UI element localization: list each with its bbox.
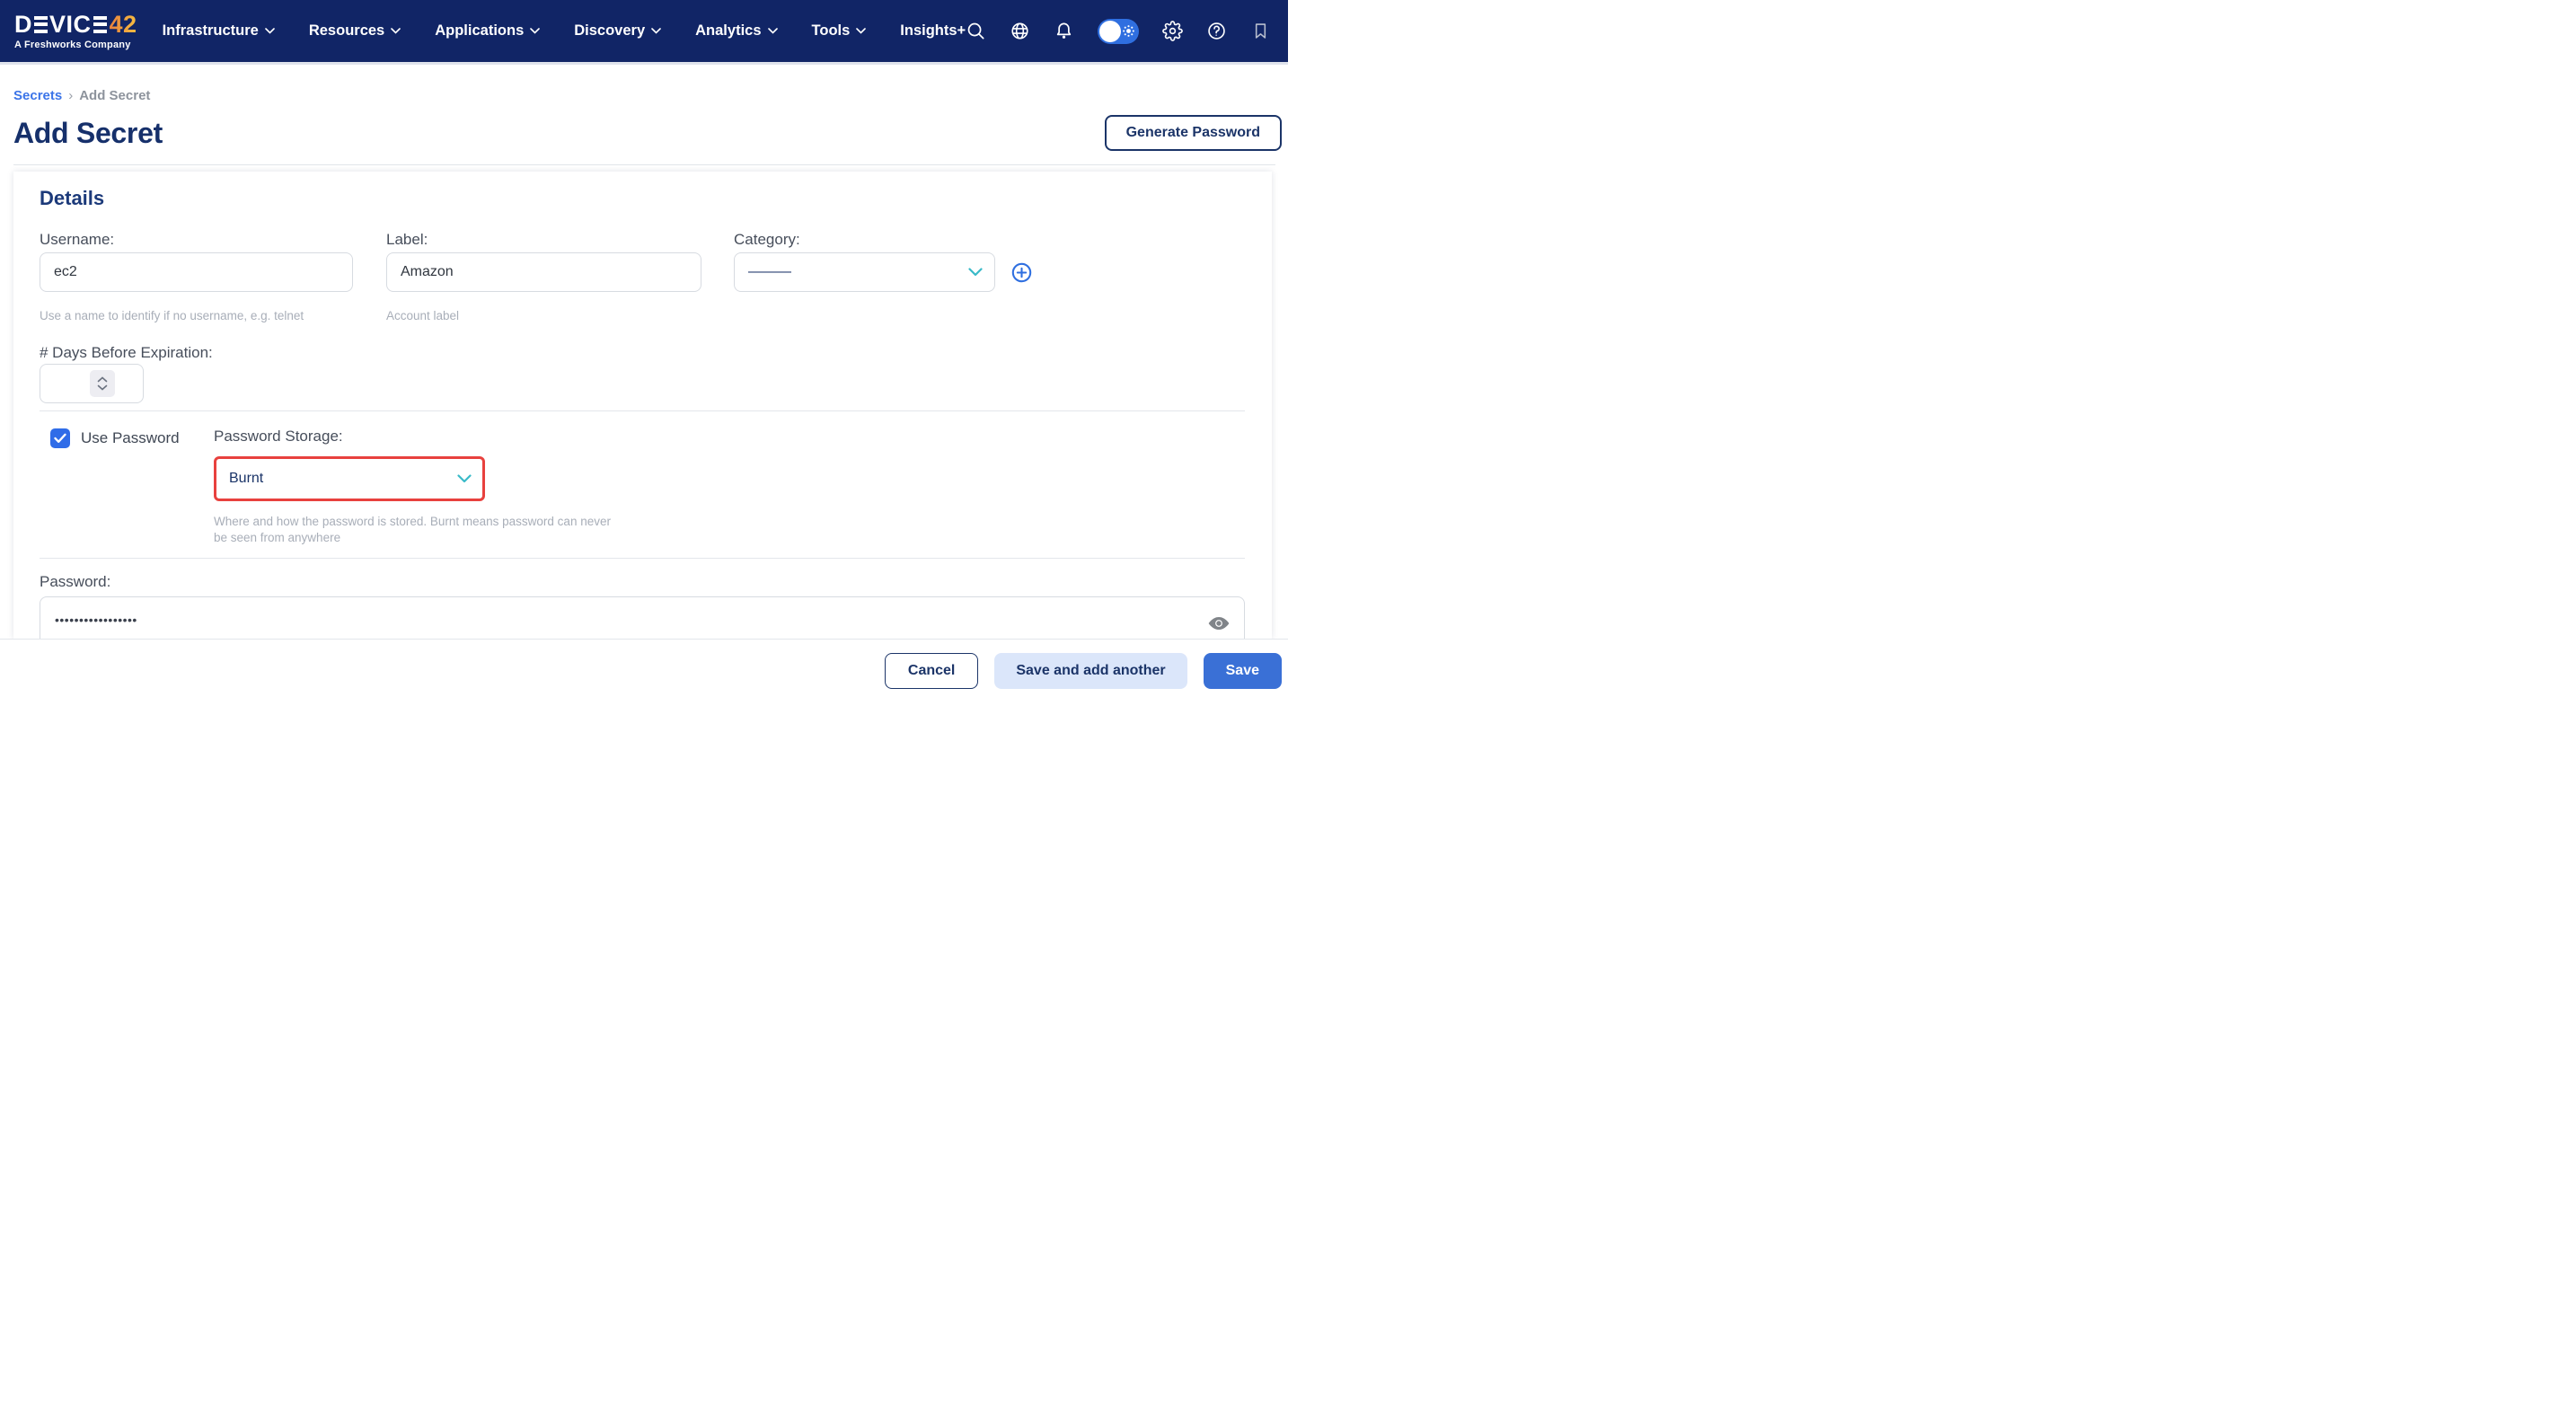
username-input[interactable] xyxy=(40,252,353,292)
stepper-up-icon xyxy=(97,376,108,383)
nav-icons: A xyxy=(966,13,1288,49)
stepper-down-icon xyxy=(97,384,108,391)
nav-menu: Infrastructure Resources Applications Di… xyxy=(163,22,966,40)
chevron-down-icon xyxy=(265,28,275,34)
chevron-down-icon xyxy=(530,28,540,34)
help-icon[interactable] xyxy=(1206,21,1227,41)
page-header: Secrets › Add Secret Add Secret Generate… xyxy=(0,65,1288,165)
category-selected-value: ——— xyxy=(748,264,791,280)
top-navbar: D VIC 42 A Freshworks Company Infrastruc… xyxy=(0,0,1288,65)
header-divider xyxy=(13,164,1275,165)
logo-42: 42 xyxy=(110,13,137,37)
generate-password-button[interactable]: Generate Password xyxy=(1105,115,1282,151)
globe-icon[interactable] xyxy=(1010,21,1030,41)
sun-icon xyxy=(1121,23,1136,39)
nav-item-tools[interactable]: Tools xyxy=(812,22,867,40)
checkmark-icon xyxy=(54,433,66,444)
add-secret-page: D VIC 42 A Freshworks Company Infrastruc… xyxy=(0,0,1288,702)
theme-toggle[interactable] xyxy=(1098,19,1139,44)
chevron-down-icon xyxy=(391,28,401,34)
save-button[interactable]: Save xyxy=(1204,653,1282,689)
password-storage-label: Password Storage: xyxy=(214,428,618,446)
logo-stylized-e-icon xyxy=(34,16,48,33)
nav-item-discovery[interactable]: Discovery xyxy=(574,22,661,40)
password-input[interactable] xyxy=(40,596,1245,639)
chevron-down-icon xyxy=(968,268,983,277)
show-password-eye-icon[interactable] xyxy=(1207,612,1231,639)
toggle-knob xyxy=(1099,21,1121,42)
username-label: Username: xyxy=(40,231,353,249)
section-divider xyxy=(40,410,1245,411)
use-password-checkbox[interactable] xyxy=(50,428,70,448)
label-label: Label: xyxy=(386,231,701,249)
password-storage-selected-value: Burnt xyxy=(229,471,263,487)
days-before-expiration-field xyxy=(40,364,144,403)
form-footer: Cancel Save and add another Save xyxy=(0,639,1288,702)
password-field xyxy=(40,596,1245,639)
plus-circle-icon xyxy=(1010,261,1033,284)
nav-item-applications[interactable]: Applications xyxy=(435,22,540,40)
details-card: Details Username: Use a name to identify… xyxy=(13,172,1272,639)
breadcrumb-current: Add Secret xyxy=(79,88,150,103)
category-label: Category: xyxy=(734,231,995,249)
nav-item-insights[interactable]: Insights+ xyxy=(900,22,966,40)
category-field-group: Category: ——— xyxy=(734,231,995,292)
search-icon[interactable] xyxy=(966,21,986,41)
page-title: Add Secret xyxy=(13,117,163,150)
breadcrumb-link-secrets[interactable]: Secrets xyxy=(13,88,62,103)
username-field-group: Username: Use a name to identify if no u… xyxy=(40,231,353,324)
use-password-field: Use Password xyxy=(40,428,214,448)
password-options-row: Use Password Password Storage: Burnt Whe… xyxy=(40,428,1245,546)
password-label: Password: xyxy=(40,573,1245,591)
breadcrumb-separator: › xyxy=(68,88,73,103)
category-select[interactable]: ——— xyxy=(734,252,995,292)
chevron-down-icon xyxy=(768,28,778,34)
username-helper: Use a name to identify if no username, e… xyxy=(40,308,353,324)
password-storage-field: Password Storage: Burnt Where and how th… xyxy=(214,428,618,546)
logo-tagline: A Freshworks Company xyxy=(14,40,137,50)
nav-item-infrastructure[interactable]: Infrastructure xyxy=(163,22,275,40)
nav-item-analytics[interactable]: Analytics xyxy=(695,22,777,40)
fields-row: Username: Use a name to identify if no u… xyxy=(40,231,1245,324)
bookmark-icon[interactable] xyxy=(1250,21,1271,41)
section-divider xyxy=(40,558,1245,559)
notifications-bell-icon[interactable] xyxy=(1054,21,1074,41)
logo-stylized-e-icon xyxy=(93,16,107,33)
use-password-label: Use Password xyxy=(81,429,180,447)
password-storage-select[interactable]: Burnt xyxy=(214,456,485,501)
days-before-expiration-label: # Days Before Expiration: xyxy=(40,344,1245,362)
save-and-add-another-button[interactable]: Save and add another xyxy=(994,653,1187,689)
title-row: Add Secret Generate Password xyxy=(13,115,1282,151)
nav-item-resources[interactable]: Resources xyxy=(309,22,401,40)
chevron-down-icon xyxy=(651,28,661,34)
password-storage-helper: Where and how the password is stored. Bu… xyxy=(214,514,618,546)
label-field-group: Label: Account label xyxy=(386,231,701,324)
number-stepper[interactable] xyxy=(90,370,115,397)
section-title-details: Details xyxy=(40,187,1245,209)
chevron-down-icon xyxy=(856,28,866,34)
logo-letter-d: D xyxy=(14,13,32,37)
add-category-button[interactable] xyxy=(1010,261,1033,288)
device42-logo-text: D VIC 42 xyxy=(14,13,137,37)
cancel-button[interactable]: Cancel xyxy=(885,653,978,689)
label-input[interactable] xyxy=(386,252,701,292)
device42-logo[interactable]: D VIC 42 A Freshworks Company xyxy=(14,13,137,50)
chevron-down-icon xyxy=(457,474,472,483)
breadcrumb: Secrets › Add Secret xyxy=(13,88,1282,103)
label-helper: Account label xyxy=(386,308,701,324)
logo-letters-vic: VIC xyxy=(49,13,92,37)
settings-gear-icon[interactable] xyxy=(1162,21,1183,41)
